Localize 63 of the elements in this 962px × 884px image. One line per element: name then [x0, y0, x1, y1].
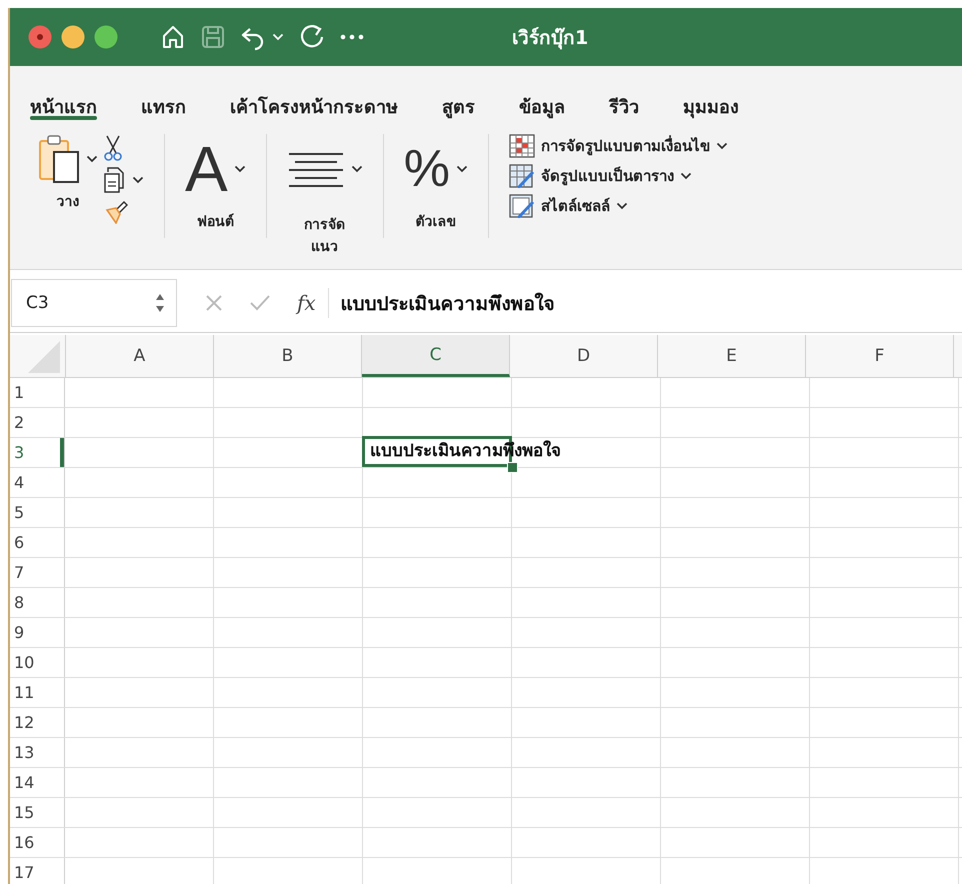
chevron-icon[interactable] [716, 142, 728, 150]
column-header[interactable]: E [658, 335, 806, 377]
ribbon-tab[interactable]: สูตร [442, 66, 475, 126]
chevron-icon[interactable] [680, 172, 692, 180]
row-header[interactable]: 3 [10, 438, 65, 467]
font-label[interactable]: ฟอนต์ [196, 210, 234, 232]
window-title: เวิร์กบุ๊ก1 [512, 26, 588, 52]
row-header[interactable]: 16 [10, 828, 65, 857]
row-header[interactable]: 12 [10, 708, 65, 737]
row-header[interactable]: 2 [10, 408, 65, 437]
ribbon-tab[interactable]: แทรก [141, 66, 186, 126]
column-header[interactable]: D [510, 335, 658, 377]
row-header[interactable]: 8 [10, 588, 65, 617]
row-header[interactable]: 9 [10, 618, 65, 647]
ribbon-tab[interactable]: หน้าแรก [30, 66, 97, 126]
home-icon[interactable] [160, 24, 186, 50]
column-header[interactable]: C [362, 335, 510, 377]
style-menu-button[interactable]: สไตล์เซลล์ [508, 194, 728, 218]
paste-label[interactable]: วาง [56, 190, 80, 212]
close-button[interactable] [28, 25, 52, 49]
fill-handle[interactable] [507, 462, 518, 473]
style-menu-button[interactable]: จัดรูปแบบเป็นตาราง [508, 164, 728, 188]
ribbon-tab[interactable]: ข้อมูล [519, 66, 565, 126]
ribbon-tab[interactable]: มุมมอง [683, 66, 739, 126]
row-header[interactable]: 6 [10, 528, 65, 557]
copy-icon[interactable] [102, 166, 126, 194]
stepper-icon[interactable] [154, 292, 166, 314]
row-header[interactable]: 1 [10, 378, 65, 407]
row-header[interactable]: 7 [10, 558, 65, 587]
chevron-icon[interactable] [86, 155, 98, 163]
chevron-icon[interactable] [132, 176, 144, 184]
font-icon[interactable]: A [185, 134, 228, 204]
column-header[interactable]: F [806, 335, 954, 377]
chevron-icon[interactable] [234, 165, 246, 173]
name-box[interactable]: C3 [11, 279, 177, 327]
minimize-button[interactable] [61, 25, 85, 49]
table-brush-icon [508, 164, 535, 188]
conditional-format-icon [508, 134, 535, 158]
row-header[interactable]: 11 [10, 678, 65, 707]
formula-field[interactable]: แบบประเมินความพึงพอใจ [340, 288, 555, 318]
percent-icon[interactable]: % [404, 134, 450, 204]
row-header[interactable]: 10 [10, 648, 65, 677]
chevron-icon[interactable] [616, 202, 628, 210]
row-header[interactable]: 17 [10, 858, 65, 884]
alignment-label[interactable]: การจัดแนว [294, 214, 355, 258]
cell-style-icon [508, 194, 535, 218]
column-header[interactable]: A [66, 335, 214, 377]
more-icon[interactable] [340, 34, 364, 40]
row-header[interactable]: 14 [10, 768, 65, 797]
chevron-icon[interactable] [456, 165, 468, 173]
row-header[interactable]: 15 [10, 798, 65, 827]
ribbon-tab[interactable]: เค้าโครงหน้ากระดาษ [230, 66, 398, 126]
row-header[interactable]: 13 [10, 738, 65, 767]
row-header[interactable]: 5 [10, 498, 65, 527]
scissors-icon[interactable] [102, 134, 124, 162]
row-header[interactable]: 4 [10, 468, 65, 497]
align-center-icon[interactable] [286, 151, 345, 187]
style-menu-button[interactable]: การจัดรูปแบบตามเงื่อนไข [508, 134, 728, 158]
insert-function-button[interactable]: fx [297, 291, 316, 315]
ribbon-tab[interactable]: รีวิว [609, 66, 639, 126]
chevron-icon[interactable] [350, 165, 363, 173]
number-label[interactable]: ตัวเลข [415, 210, 456, 232]
paste-icon[interactable] [38, 134, 82, 184]
